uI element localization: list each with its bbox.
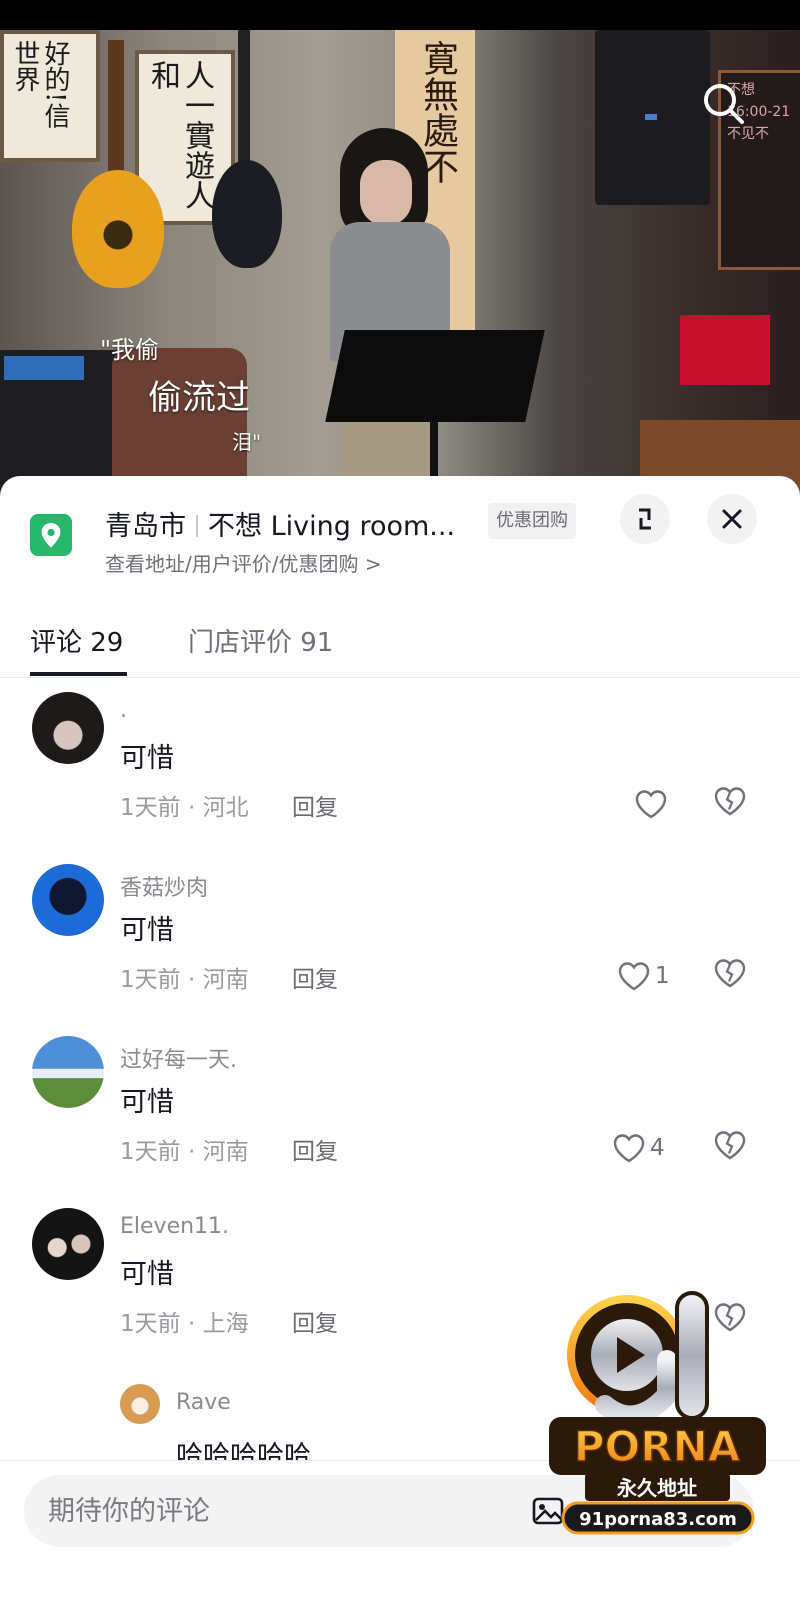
sub-reply-username[interactable]: Rave: [176, 1390, 231, 1415]
comment-meta: 1天前 · 河北: [120, 795, 249, 821]
like-count: 4: [650, 1135, 665, 1161]
status-bar: [0, 0, 800, 30]
comment-text: 可惜: [120, 915, 174, 946]
search-icon[interactable]: [700, 80, 748, 128]
heart-icon: [618, 962, 650, 991]
sub-reply-avatar[interactable]: [120, 1384, 160, 1424]
lyric-line-2: 偷流过: [148, 378, 250, 418]
location-city: 青岛市: [105, 511, 186, 542]
expand-button[interactable]: [620, 494, 670, 544]
tab-bar: 评论 29 门店评价 91: [0, 596, 800, 678]
comment-item: 香菇炒肉 可惜 1天前 · 河南 回复 1: [0, 864, 800, 1014]
comment-username[interactable]: .: [120, 698, 127, 723]
comment-item: 过好每一天. 可惜 1天前 · 河南 回复 4: [0, 1036, 800, 1186]
comment-meta: 1天前 · 上海: [120, 1311, 249, 1337]
like-button[interactable]: 4: [612, 1128, 665, 1168]
avatar[interactable]: [32, 1036, 104, 1108]
keyboard-rig: [0, 350, 125, 495]
active-tab-indicator: [30, 672, 127, 676]
dislike-button[interactable]: [712, 956, 750, 996]
music-stand: [325, 330, 545, 422]
close-button[interactable]: [707, 494, 757, 544]
reply-button[interactable]: 回复: [292, 788, 338, 822]
calligraphy-poster-left: 好的!信世界: [0, 30, 100, 162]
acoustic-guitar: [72, 170, 164, 288]
comment-item: . 可惜 1天前 · 河北 回复: [0, 692, 800, 842]
singer-face: [360, 160, 412, 226]
bass-neck: [238, 30, 250, 170]
close-icon: [722, 509, 742, 529]
comment-username[interactable]: 香菇炒肉: [120, 870, 208, 902]
speaker: [595, 30, 710, 205]
comment-text: 可惜: [120, 1259, 174, 1290]
like-count: 1: [655, 963, 670, 989]
reply-button[interactable]: 回复: [292, 1132, 338, 1166]
comment-username[interactable]: Eleven11.: [120, 1214, 229, 1239]
tab-store-reviews[interactable]: 门店评价 91: [188, 622, 333, 659]
broken-heart-icon: [714, 959, 746, 988]
like-button[interactable]: 1: [617, 956, 670, 996]
lyric-line-1: "我偷: [100, 336, 160, 364]
dislike-button[interactable]: [712, 784, 750, 824]
location-subtitle-link[interactable]: 查看地址/用户评价/优惠团购 >: [105, 548, 382, 577]
watermark-url: 91porna83.com: [579, 1509, 737, 1530]
comment-username[interactable]: 过好每一天.: [120, 1042, 237, 1074]
broken-heart-icon: [714, 787, 746, 816]
red-gift-bag: [680, 315, 770, 385]
bass-guitar: [212, 160, 282, 268]
heart-icon: [635, 790, 667, 819]
title-divider: [196, 515, 198, 537]
comment-meta: 1天前 · 河南: [120, 1139, 249, 1165]
avatar[interactable]: [32, 692, 104, 764]
comment-meta: 1天前 · 河南: [120, 967, 249, 993]
reply-button[interactable]: 回复: [292, 1304, 338, 1338]
heart-icon: [613, 1134, 645, 1163]
tab-comments[interactable]: 评论 29: [30, 622, 123, 659]
watermark-tagline: 永久地址: [616, 1476, 697, 1500]
location-place: 不想 Living room...: [208, 511, 456, 542]
avatar[interactable]: [32, 1208, 104, 1280]
reply-button[interactable]: 回复: [292, 960, 338, 994]
guitar-neck: [108, 40, 124, 190]
location-header[interactable]: 青岛市 不想 Living room... 优惠团购 查看地址/用户评价/优惠团购…: [0, 476, 800, 596]
comment-text: 可惜: [120, 1087, 174, 1118]
like-button[interactable]: [634, 784, 672, 824]
group-deal-badge[interactable]: 优惠团购: [488, 503, 576, 539]
watermark-logo: PORNA 永久地址 91porna83.com: [545, 1285, 770, 1545]
location-title[interactable]: 青岛市 不想 Living room...: [105, 504, 455, 543]
watermark-brand: PORNA: [574, 1422, 741, 1471]
broken-heart-icon: [714, 1131, 746, 1160]
comment-text: 可惜: [120, 743, 174, 774]
video-player[interactable]: 好的!信世界 人一實遊人和 寛無處不 不想 16:00-21 不见不 "我偷 偷…: [0, 30, 800, 495]
location-pin-icon: [30, 514, 72, 556]
dislike-button[interactable]: [712, 1128, 750, 1168]
avatar[interactable]: [32, 864, 104, 936]
lyric-line-3: 泪": [232, 430, 262, 454]
expand-icon: [639, 508, 651, 530]
